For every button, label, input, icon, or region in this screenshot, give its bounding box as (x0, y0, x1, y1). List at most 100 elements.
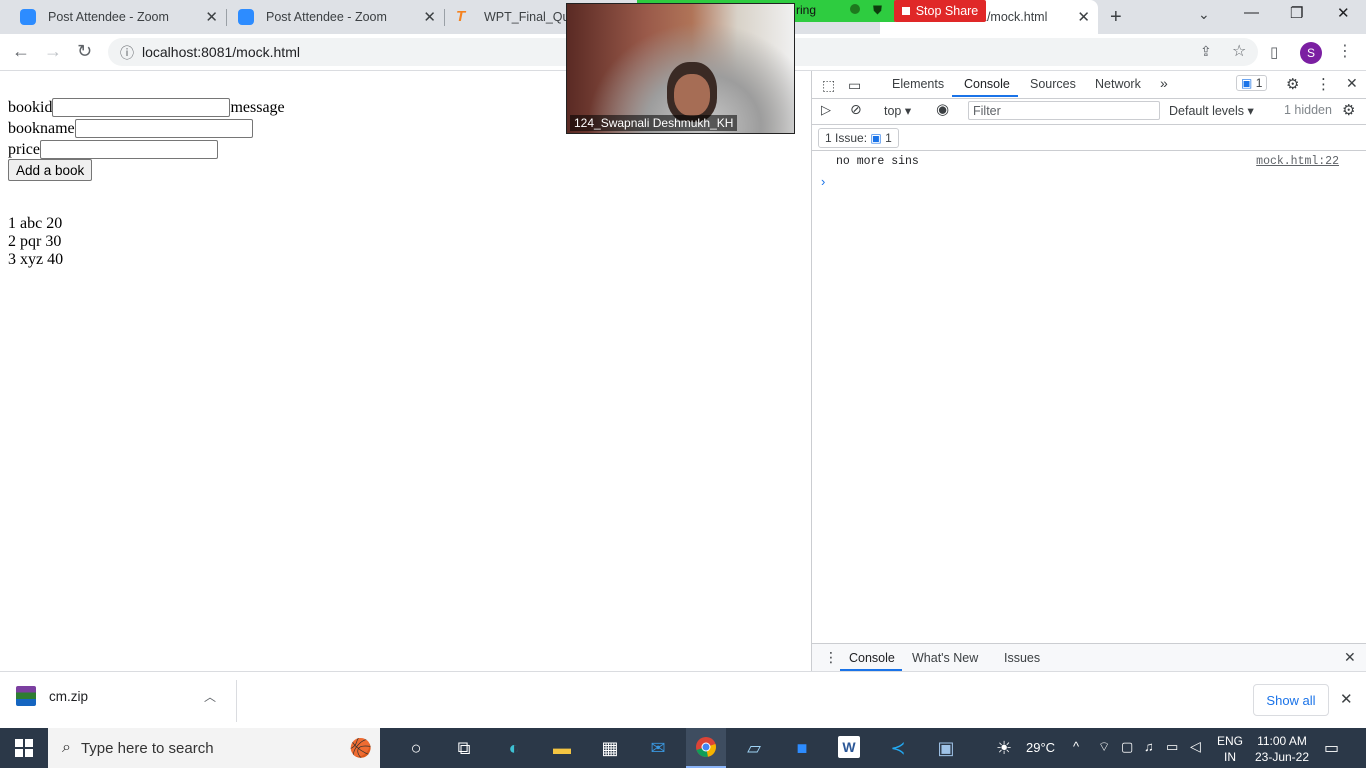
language-code: ENG (1217, 734, 1244, 748)
device-toolbar-icon[interactable]: ▭ (848, 77, 861, 94)
menu-kebab-icon[interactable]: ⋮ (1337, 41, 1353, 61)
tab-console[interactable]: Console (964, 77, 1010, 91)
vscode-icon[interactable]: ≺ (886, 736, 910, 760)
side-panel-icon[interactable]: ▯ (1270, 43, 1278, 61)
close-download-bar-icon[interactable]: ✕ (1340, 690, 1353, 708)
eye-icon[interactable]: ◉ (936, 100, 949, 118)
clock-time: 11:00 AM (1257, 734, 1307, 748)
info-icon[interactable]: ⓘ (120, 43, 134, 63)
devtools-menu-icon[interactable]: ⋮ (1316, 75, 1331, 93)
volume-icon[interactable]: ◁ (1190, 738, 1201, 755)
levels-select[interactable]: Default levels ▾ (1169, 103, 1254, 118)
filter-input[interactable]: Filter (968, 101, 1160, 120)
sharing-status-text: ring (796, 3, 817, 17)
drawer-tab-issues[interactable]: Issues (1004, 651, 1040, 665)
chrome-icon[interactable] (686, 728, 726, 768)
list-item: 3 xyz 40 (8, 251, 64, 268)
notepad-icon[interactable]: ▱ (742, 736, 766, 760)
windows-start-icon[interactable] (12, 736, 36, 760)
drawer-tab-console[interactable]: Console (849, 651, 895, 665)
file-explorer-icon[interactable]: ▬ (550, 736, 574, 760)
search-icon: ⌕ (62, 739, 71, 756)
chevron-up-icon[interactable]: ^ (1073, 739, 1079, 754)
close-drawer-icon[interactable]: ✕ (1344, 649, 1356, 666)
forward-icon[interactable]: → (44, 41, 62, 62)
participant-video[interactable]: 124_Swapnali Deshmukh_KH (566, 3, 795, 134)
tab-network[interactable]: Network (1095, 77, 1141, 91)
temperature[interactable]: 29°C (1026, 740, 1055, 755)
issues-badge[interactable]: ▣ 1 (1236, 75, 1268, 91)
taskbar: ⌕ Type here to search 🏀 ○ ⧉ ◐ ▬ ▦ ✉ ▱ ■ … (0, 728, 1366, 768)
task-view-icon[interactable]: ⧉ (452, 736, 476, 760)
tab-title: 1/mock.html (980, 10, 1048, 24)
console-log-source[interactable]: mock.html:22 (1256, 155, 1339, 168)
more-tabs-icon[interactable]: » (1160, 75, 1168, 91)
page-content: bookid message bookname price Add a book… (0, 71, 811, 671)
store-icon[interactable]: ▦ (598, 736, 622, 760)
clock[interactable]: 11:00 AM 23-Jun-22 (1252, 733, 1312, 765)
issues-count: 1 (885, 131, 892, 145)
weather-icon[interactable]: ☀ (996, 738, 1012, 759)
cortana-icon[interactable]: ○ (404, 736, 428, 760)
battery-icon[interactable]: ▭ (1166, 739, 1178, 755)
language-indicator[interactable]: ENG IN (1217, 733, 1243, 765)
mail-icon[interactable]: ✉ (646, 736, 670, 760)
notification-icon[interactable]: ▭ (1324, 738, 1339, 758)
download-item[interactable]: cm.zip ︿ (16, 686, 216, 706)
edge-icon[interactable]: ◐ (502, 736, 526, 760)
show-all-button[interactable]: Show all (1253, 684, 1329, 716)
divider (236, 680, 237, 722)
close-icon[interactable]: ✕ (205, 8, 218, 26)
close-window-button[interactable]: ✕ (1337, 4, 1350, 22)
network-icon[interactable]: ⌔ (1098, 739, 1110, 755)
tab-quiz[interactable]: T WPT_Final_Quiz- (444, 0, 566, 34)
back-icon[interactable]: ← (12, 41, 30, 62)
new-tab-button[interactable]: + (1110, 6, 1122, 29)
context-select[interactable]: top ▾ (884, 103, 911, 118)
bookid-row: bookid message (8, 98, 285, 117)
settings-icon[interactable]: ⚙ (1286, 75, 1299, 93)
message-icon: ▣ (1241, 76, 1253, 90)
meet-icon[interactable]: ▢ (1121, 739, 1133, 755)
price-input[interactable] (39, 140, 218, 159)
issues-button[interactable]: 1 Issue: ▣ 1 (818, 128, 899, 148)
sidebar-toggle-icon[interactable]: ▷ (821, 102, 831, 118)
close-icon[interactable]: ✕ (1077, 8, 1090, 26)
tab-sources[interactable]: Sources (1030, 77, 1076, 91)
restore-button[interactable]: ❐ (1290, 4, 1303, 22)
chevron-up-icon[interactable]: ︿ (204, 688, 216, 705)
microphone-icon[interactable]: ♫ (1144, 739, 1154, 754)
tab-zoom-1[interactable]: Post Attendee - Zoom ✕ (8, 0, 226, 34)
share-icon[interactable]: ⇪ (1200, 43, 1212, 60)
bookid-input[interactable] (52, 98, 231, 117)
message-label: message (230, 98, 285, 116)
bookmark-star-icon[interactable]: ☆ (1232, 41, 1246, 61)
list-item: 1 abc 20 (8, 215, 63, 232)
clear-console-icon[interactable]: ⊘ (850, 101, 862, 118)
clock-date: 23-Jun-22 (1254, 750, 1310, 764)
drawer-menu-icon[interactable]: ⋮ (824, 649, 838, 666)
zoom-icon[interactable]: ■ (790, 736, 814, 760)
tab-zoom-2[interactable]: Post Attendee - Zoom ✕ (226, 0, 444, 34)
console-settings-icon[interactable]: ⚙ (1342, 101, 1355, 119)
levels-value: Default levels (1169, 104, 1245, 118)
tab-elements[interactable]: Elements (892, 77, 944, 91)
close-devtools-icon[interactable]: ✕ (1346, 75, 1358, 92)
bookname-input[interactable] (74, 119, 253, 138)
close-icon[interactable]: ✕ (423, 8, 436, 26)
console-prompt-icon[interactable]: › (821, 174, 825, 189)
issues-bar: 1 Issue: ▣ 1 (812, 124, 1366, 151)
drawer-tab-whats-new[interactable]: What's New (912, 651, 978, 665)
avatar[interactable]: S (1300, 42, 1322, 64)
reload-icon[interactable]: ↻ (77, 41, 92, 62)
stop-share-button[interactable]: Stop Share (894, 0, 986, 22)
inspect-icon[interactable]: ⬚ (822, 77, 835, 94)
word-icon[interactable]: W (838, 736, 860, 758)
zoom-icon (20, 9, 36, 25)
add-book-button[interactable]: Add a book (8, 159, 93, 181)
taskbar-search[interactable]: ⌕ Type here to search 🏀 (48, 728, 380, 768)
tab-search-icon[interactable]: ⌄ (1198, 6, 1210, 23)
minimize-button[interactable]: — (1244, 4, 1259, 21)
testbook-icon: T (456, 8, 466, 25)
terminal-icon[interactable]: ▣ (934, 736, 958, 760)
